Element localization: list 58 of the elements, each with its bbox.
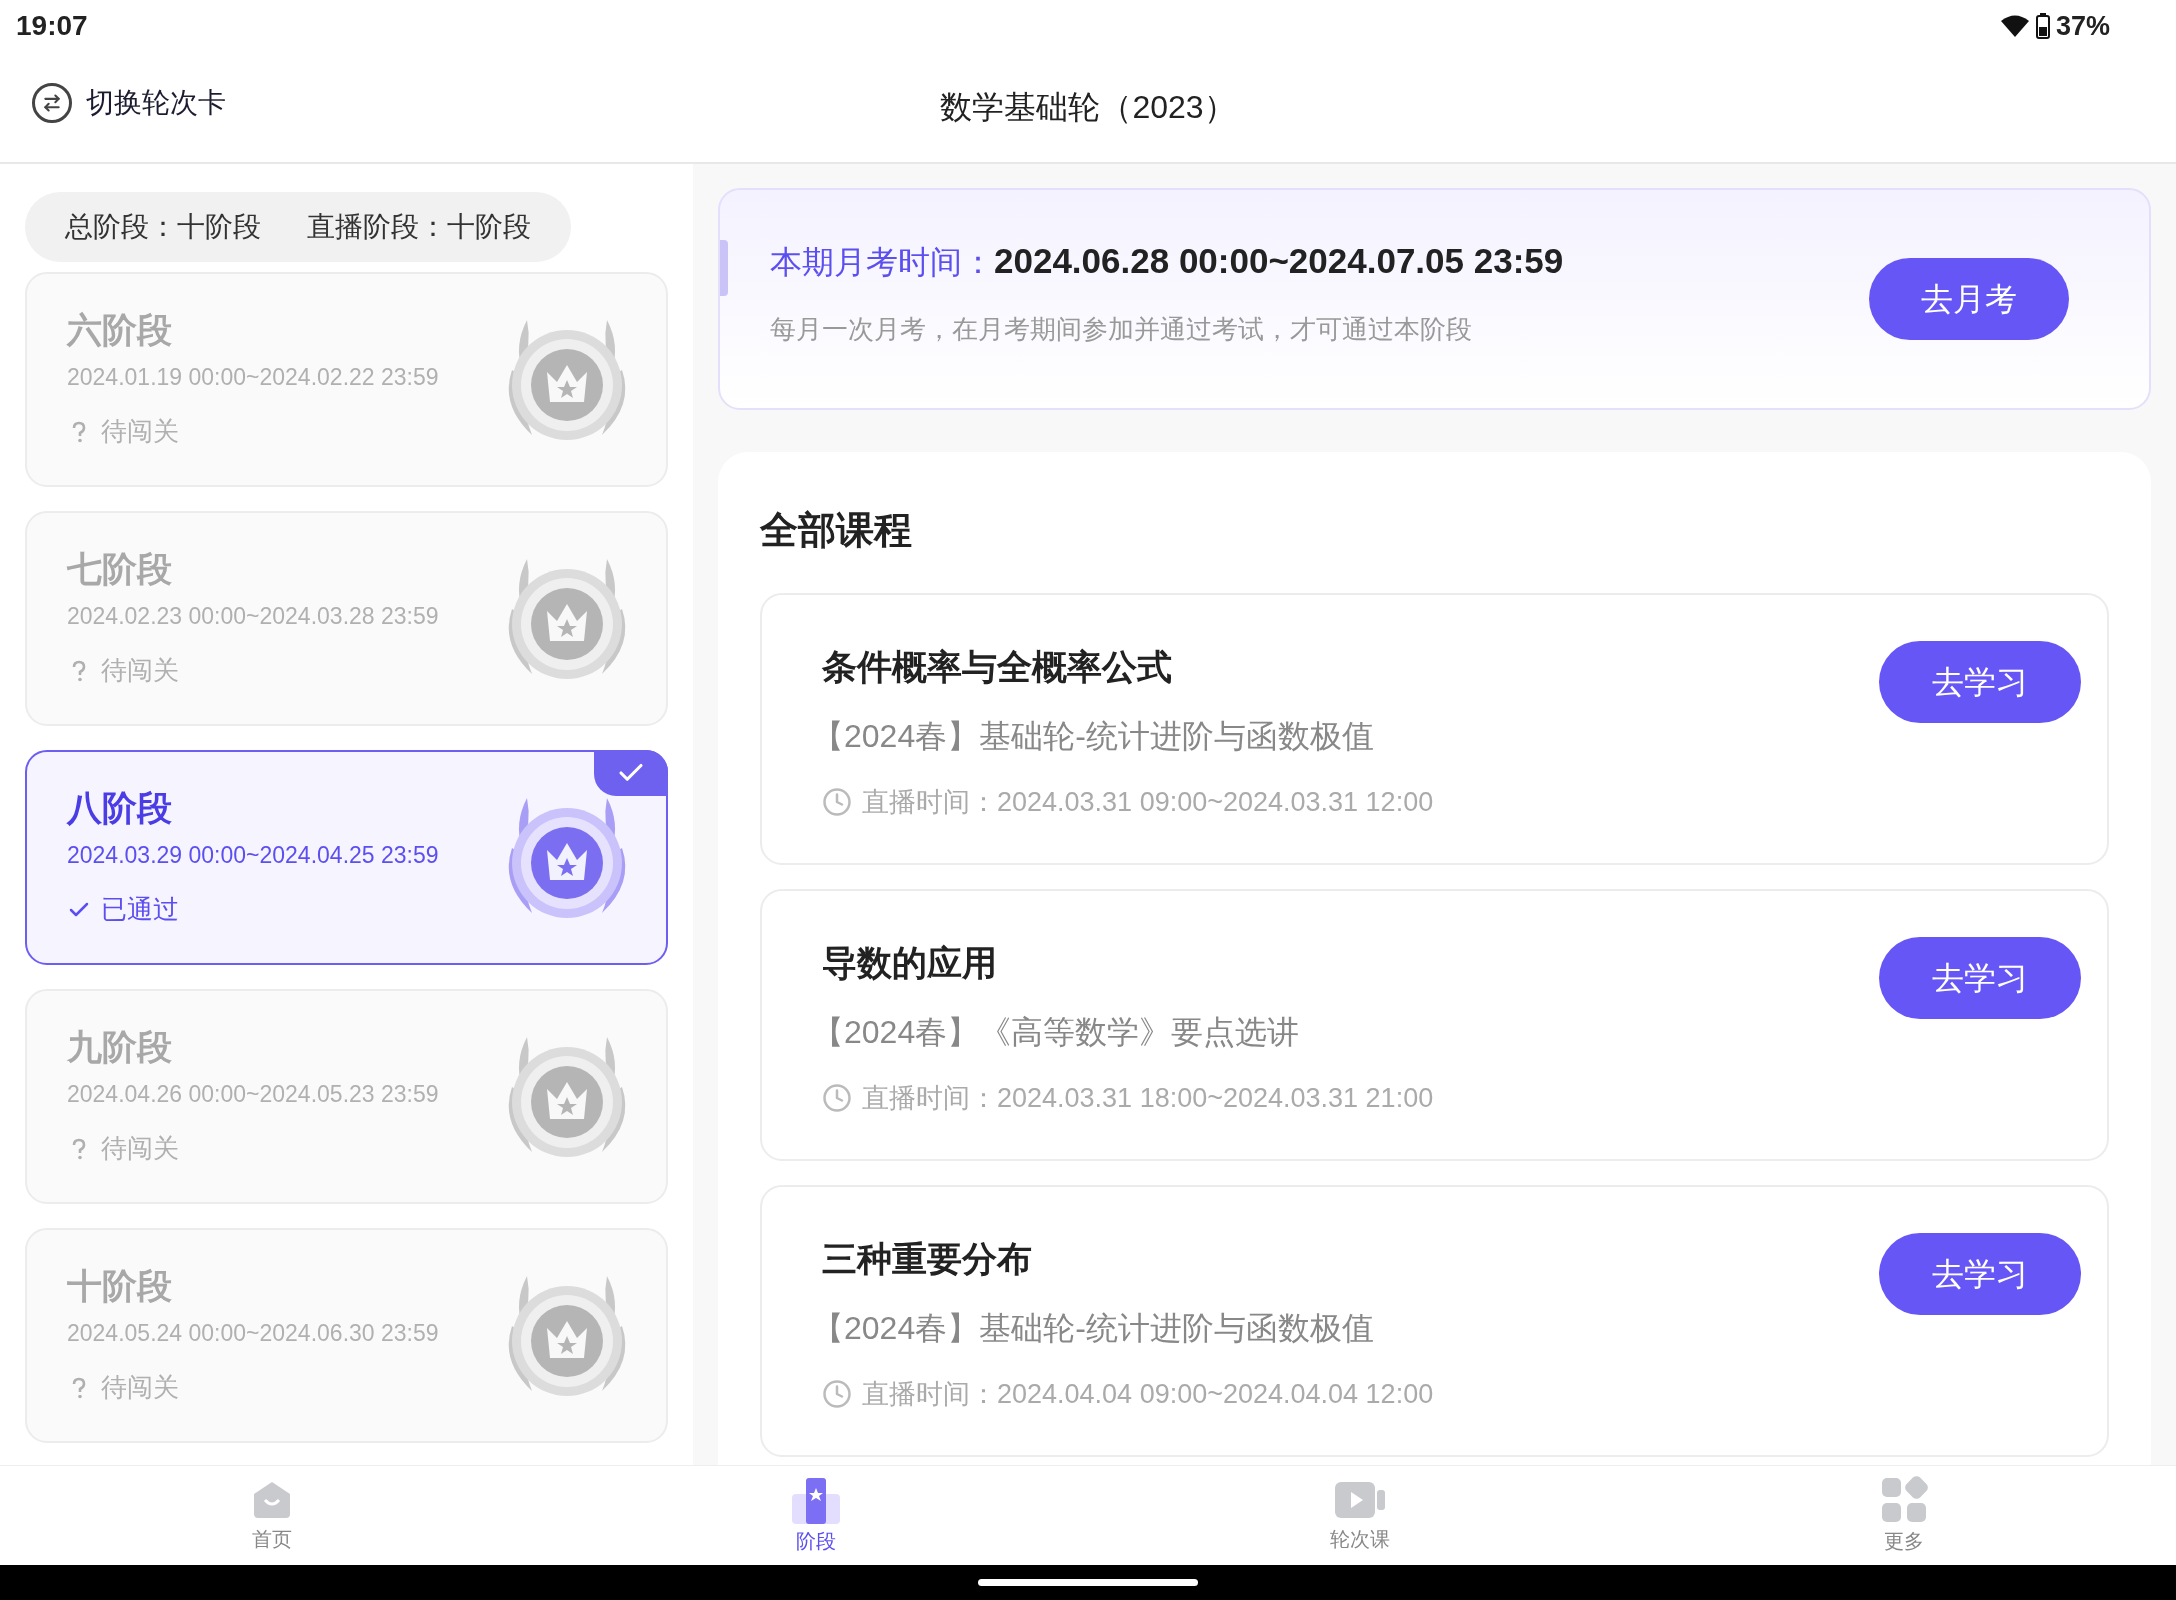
nav-tab[interactable]: 阶段 [544, 1466, 1088, 1565]
wifi-icon [1999, 14, 2030, 38]
clock-icon [822, 786, 852, 817]
course-card[interactable]: 三种重要分布 【2024春】基础轮-统计进阶与函数极值 直播时间：2024.04.04 09:00~2024.04.04 12:00 去学习 [760, 1185, 2109, 1457]
live-label: 直播时间： [862, 1081, 997, 1115]
course-title: 条件概率与全概率公式 [822, 646, 1173, 688]
nav-tab[interactable]: 更多 [1632, 1466, 2176, 1565]
stage-status: 待闯关 [101, 1371, 179, 1405]
course-subtitle: 【2024春】基础轮-统计进阶与函数极值 [812, 716, 1375, 756]
accent-bar [720, 240, 728, 296]
battery-level: 37% [2055, 9, 2110, 43]
study-button[interactable]: 去学习 [1879, 937, 2081, 1019]
live-time: 2024.03.31 18:00~2024.03.31 21:00 [997, 1081, 1434, 1115]
nav-tab[interactable]: 首页 [0, 1466, 544, 1565]
stage-name: 七阶段 [67, 547, 173, 590]
exam-label: 本期月考时间： [770, 243, 994, 283]
stage-dates: 2024.02.23 00:00~2024.03.28 23:59 [67, 601, 439, 631]
stage-name: 八阶段 [67, 786, 173, 829]
course-card[interactable]: 导数的应用 【2024春】《高等数学》要点选讲 直播时间：2024.03.31 18:00~2024.03.31 21:00 去学习 [760, 889, 2109, 1161]
stage-status: 已通过 [101, 893, 179, 927]
course-card[interactable]: 条件概率与全概率公式 【2024春】基础轮-统计进阶与函数极值 直播时间：2024.03.31 09:00~2024.03.31 12:00 去学习 [760, 593, 2109, 865]
section-title: 全部课程 [760, 508, 913, 553]
summary-text: 总阶段：十阶段 [65, 210, 261, 244]
stage-name: 六阶段 [67, 308, 173, 351]
battery-icon [2035, 13, 2050, 39]
stage-dates: 2024.04.26 00:00~2024.05.23 23:59 [67, 1079, 439, 1109]
stage-name: 九阶段 [67, 1025, 173, 1068]
course-title: 导数的应用 [822, 942, 998, 984]
live-label: 直播时间： [862, 785, 997, 819]
live-label: 直播时间： [862, 1377, 997, 1411]
exam-time: 2024.06.28 00:00~2024.07.05 23:59 [994, 240, 1564, 283]
course-subtitle: 【2024春】基础轮-统计进阶与函数极值 [812, 1308, 1375, 1348]
stage-status: 待闯关 [101, 1132, 179, 1166]
switch-icon [32, 83, 72, 123]
stage-dates: 2024.01.19 00:00~2024.02.22 23:59 [67, 362, 439, 392]
course-subtitle: 【2024春】《高等数学》要点选讲 [812, 1012, 1301, 1052]
course-title: 三种重要分布 [822, 1238, 1033, 1280]
stage-card[interactable]: 八阶段 2024.03.29 00:00~2024.04.25 23:59 已通过 [25, 750, 668, 965]
study-button[interactable]: 去学习 [1879, 1233, 2081, 1315]
podium-icon [790, 1475, 842, 1524]
live-time: 2024.03.31 09:00~2024.03.31 12:00 [997, 785, 1434, 819]
clock-time: 19:07 [16, 9, 88, 43]
stage-dates: 2024.03.29 00:00~2024.04.25 23:59 [67, 840, 439, 870]
summary-text: 直播阶段：十阶段 [307, 210, 531, 244]
live-time: 2024.04.04 09:00~2024.04.04 12:00 [997, 1377, 1434, 1411]
stage-dates: 2024.05.24 00:00~2024.06.30 23:59 [67, 1318, 439, 1348]
exam-note: 每月一次月考，在月考期间参加并通过考试，才可通过本阶段 [770, 312, 1473, 346]
clock-icon [822, 1378, 852, 1409]
stage-name: 十阶段 [67, 1264, 173, 1307]
nav-tab[interactable]: 轮次课 [1088, 1466, 1632, 1565]
study-button[interactable]: 去学习 [1879, 641, 2081, 723]
clock-icon [822, 1082, 852, 1113]
switch-round-button[interactable]: 切换轮次卡 [32, 82, 226, 124]
page-title: 数学基础轮（2023） [940, 88, 1236, 127]
grid-icon [1880, 1475, 1928, 1524]
monthly-exam-button[interactable]: 去月考 [1869, 258, 2069, 340]
stage-status: 待闯关 [101, 415, 179, 449]
stage-status: 待闯关 [101, 654, 179, 688]
